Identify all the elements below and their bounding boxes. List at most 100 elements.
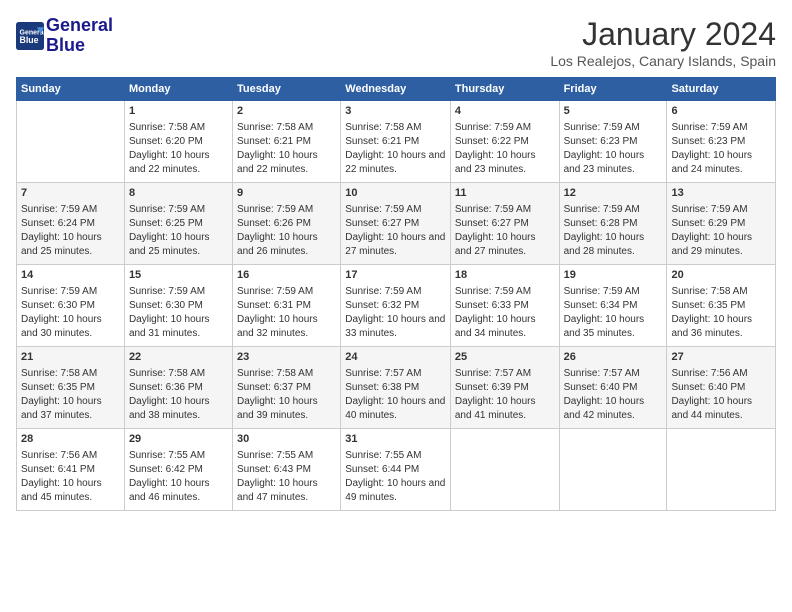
weekday-header-thursday: Thursday	[450, 78, 559, 101]
daylight-text: Daylight: 10 hours and 23 minutes.	[455, 149, 555, 177]
sunrise-text: Sunrise: 7:59 AM	[564, 285, 663, 299]
daylight-text: Daylight: 10 hours and 46 minutes.	[129, 477, 228, 505]
calendar-page: General Blue General Blue January 2024 L…	[0, 0, 792, 612]
day-number: 31	[345, 432, 446, 447]
week-row-3: 14Sunrise: 7:59 AMSunset: 6:30 PMDayligh…	[17, 265, 776, 347]
daylight-text: Daylight: 10 hours and 37 minutes.	[21, 395, 120, 423]
day-cell: 19Sunrise: 7:59 AMSunset: 6:34 PMDayligh…	[559, 265, 667, 347]
sunset-text: Sunset: 6:23 PM	[564, 135, 663, 149]
day-cell: 23Sunrise: 7:58 AMSunset: 6:37 PMDayligh…	[233, 347, 341, 429]
day-number: 27	[671, 350, 771, 365]
daylight-text: Daylight: 10 hours and 23 minutes.	[564, 149, 663, 177]
day-cell: 22Sunrise: 7:58 AMSunset: 6:36 PMDayligh…	[124, 347, 232, 429]
sunrise-text: Sunrise: 7:59 AM	[129, 285, 228, 299]
daylight-text: Daylight: 10 hours and 22 minutes.	[237, 149, 336, 177]
weekday-header-row: SundayMondayTuesdayWednesdayThursdayFrid…	[17, 78, 776, 101]
sunset-text: Sunset: 6:30 PM	[129, 299, 228, 313]
day-number: 24	[345, 350, 446, 365]
day-number: 12	[564, 186, 663, 201]
day-number: 13	[671, 186, 771, 201]
day-cell: 27 Sunrise: 7:56 AMSunset: 6:40 PMDayligh…	[667, 347, 776, 429]
location: Los Realejos, Canary Islands, Spain	[550, 53, 776, 69]
sunrise-text: Sunrise: 7:58 AM	[129, 121, 228, 135]
sunset-text: Sunset: 6:33 PM	[455, 299, 555, 313]
day-number: 9	[237, 186, 336, 201]
daylight-text: Daylight: 10 hours and 28 minutes.	[564, 231, 663, 259]
daylight-text: Daylight: 10 hours and 30 minutes.	[21, 313, 120, 341]
weekday-header-friday: Friday	[559, 78, 667, 101]
sunset-text: Sunset: 6:29 PM	[671, 217, 771, 231]
sunrise-text: Sunrise: 7:59 AM	[564, 203, 663, 217]
sunrise-text: Sunrise: 7:59 AM	[345, 203, 446, 217]
sunrise-text: Sunrise: 7:57 AM	[455, 367, 555, 381]
sunrise-text: Sunrise: 7:55 AM	[129, 449, 228, 463]
sunset-text: Sunset: 6:24 PM	[21, 217, 120, 231]
sunrise-text: Sunrise: 7:59 AM	[129, 203, 228, 217]
sunset-text: Sunset: 6:43 PM	[237, 463, 336, 477]
day-cell: 18Sunrise: 7:59 AMSunset: 6:33 PMDayligh…	[450, 265, 559, 347]
day-cell: 20Sunrise: 7:58 AMSunset: 6:35 PMDayligh…	[667, 265, 776, 347]
sunrise-text: Sunrise: 7:59 AM	[21, 285, 120, 299]
sunset-text: Sunset: 6:40 PM	[564, 381, 663, 395]
day-number: 1	[129, 104, 228, 119]
daylight-text: Daylight: 10 hours and 34 minutes.	[455, 313, 555, 341]
day-number: 21	[21, 350, 120, 365]
day-cell: 6Sunrise: 7:59 AMSunset: 6:23 PMDaylight…	[667, 101, 776, 183]
sunrise-text: Sunrise: 7:59 AM	[21, 203, 120, 217]
day-cell	[667, 429, 776, 511]
day-number: 23	[237, 350, 336, 365]
day-cell: 8Sunrise: 7:59 AMSunset: 6:25 PMDaylight…	[124, 183, 232, 265]
day-number: 3	[345, 104, 446, 119]
daylight-text: Daylight: 10 hours and 22 minutes.	[345, 149, 446, 177]
sunset-text: Sunset: 6:23 PM	[671, 135, 771, 149]
daylight-text: Daylight: 10 hours and 25 minutes.	[129, 231, 228, 259]
daylight-text: Daylight: 10 hours and 26 minutes.	[237, 231, 336, 259]
logo-icon: General Blue	[16, 22, 44, 50]
sunset-text: Sunset: 6:22 PM	[455, 135, 555, 149]
calendar-table: SundayMondayTuesdayWednesdayThursdayFrid…	[16, 77, 776, 511]
logo-line1: General	[46, 15, 113, 35]
day-cell: 10Sunrise: 7:59 AMSunset: 6:27 PMDayligh…	[341, 183, 451, 265]
logo-text: General Blue	[46, 16, 113, 56]
week-row-4: 21Sunrise: 7:58 AMSunset: 6:35 PMDayligh…	[17, 347, 776, 429]
daylight-text: Daylight: 10 hours and 36 minutes.	[671, 313, 771, 341]
day-number: 5	[564, 104, 663, 119]
daylight-text: Daylight: 10 hours and 44 minutes.	[671, 395, 771, 423]
day-number: 4	[455, 104, 555, 119]
day-cell: 31Sunrise: 7:55 AMSunset: 6:44 PMDayligh…	[341, 429, 451, 511]
day-cell: 30Sunrise: 7:55 AMSunset: 6:43 PMDayligh…	[233, 429, 341, 511]
sunrise-text: Sunrise: 7:57 AM	[564, 367, 663, 381]
sunrise-text: Sunrise: 7:57 AM	[345, 367, 446, 381]
sunset-text: Sunset: 6:36 PM	[129, 381, 228, 395]
sunset-text: Sunset: 6:21 PM	[237, 135, 336, 149]
daylight-text: Daylight: 10 hours and 27 minutes.	[455, 231, 555, 259]
daylight-text: Daylight: 10 hours and 41 minutes.	[455, 395, 555, 423]
day-number: 22	[129, 350, 228, 365]
sunset-text: Sunset: 6:40 PM	[671, 381, 771, 395]
daylight-text: Daylight: 10 hours and 42 minutes.	[564, 395, 663, 423]
daylight-text: Daylight: 10 hours and 31 minutes.	[129, 313, 228, 341]
sunset-text: Sunset: 6:44 PM	[345, 463, 446, 477]
weekday-header-monday: Monday	[124, 78, 232, 101]
sunrise-text: Sunrise: 7:58 AM	[129, 367, 228, 381]
sunset-text: Sunset: 6:27 PM	[345, 217, 446, 231]
day-number: 2	[237, 104, 336, 119]
day-cell: 5Sunrise: 7:59 AMSunset: 6:23 PMDaylight…	[559, 101, 667, 183]
day-number: 18	[455, 268, 555, 283]
sunrise-text: Sunrise: 7:59 AM	[671, 203, 771, 217]
sunrise-text: Sunrise: 7:59 AM	[345, 285, 446, 299]
weekday-header-saturday: Saturday	[667, 78, 776, 101]
daylight-text: Daylight: 10 hours and 35 minutes.	[564, 313, 663, 341]
day-number: 16	[237, 268, 336, 283]
sunset-text: Sunset: 6:28 PM	[564, 217, 663, 231]
daylight-text: Daylight: 10 hours and 39 minutes.	[237, 395, 336, 423]
day-cell: 16Sunrise: 7:59 AMSunset: 6:31 PMDayligh…	[233, 265, 341, 347]
daylight-text: Daylight: 10 hours and 33 minutes.	[345, 313, 446, 341]
day-number: 14	[21, 268, 120, 283]
day-number: 19	[564, 268, 663, 283]
weekday-header-wednesday: Wednesday	[341, 78, 451, 101]
sunrise-text: Sunrise: 7:56 AM	[671, 367, 771, 381]
day-cell: 29Sunrise: 7:55 AMSunset: 6:42 PMDayligh…	[124, 429, 232, 511]
day-number: 29	[129, 432, 228, 447]
sunset-text: Sunset: 6:30 PM	[21, 299, 120, 313]
